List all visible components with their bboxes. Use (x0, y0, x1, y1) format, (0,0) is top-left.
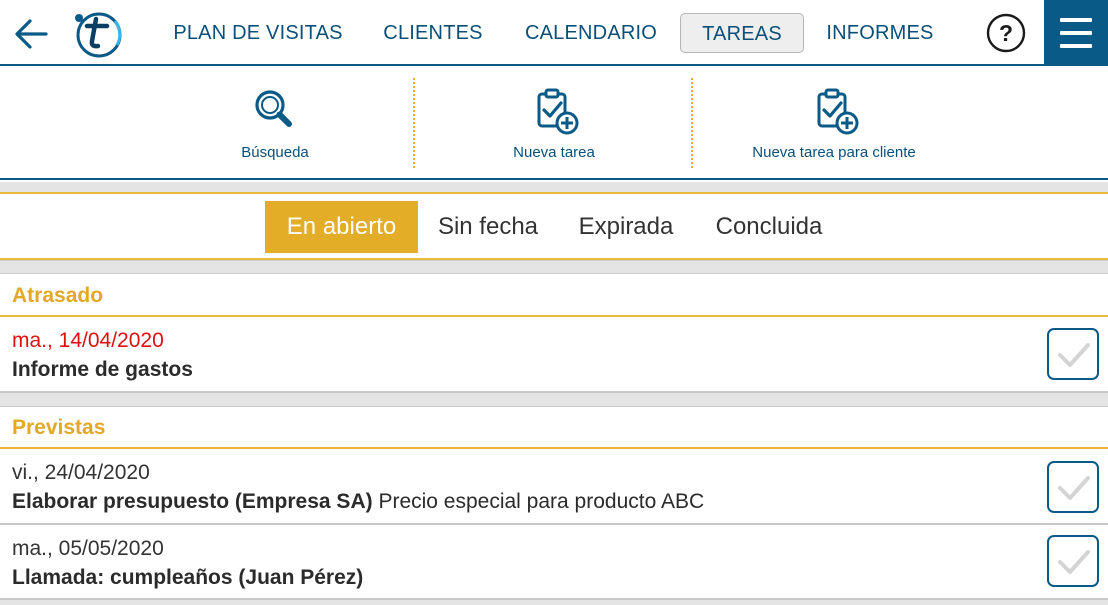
tab-concluida[interactable]: Concluida (702, 201, 836, 253)
task-title: Llamada: cumpleaños (Juan Pérez) (12, 566, 364, 589)
arrow-left-icon (15, 19, 48, 49)
tab-expirada[interactable]: Expirada (564, 201, 688, 253)
tab-sin-fecha[interactable]: Sin fecha (426, 201, 550, 253)
clipboard-add-icon (537, 88, 579, 135)
clipboard-add-icon (817, 88, 859, 135)
help-button[interactable]: ? (986, 13, 1026, 53)
checkmark-icon (1058, 550, 1090, 574)
task-title: Elaborar presupuesto (Empresa SA) Precio… (12, 490, 705, 513)
new-task-for-client-label: Nueva tarea para cliente (752, 144, 916, 161)
section-title: Atrasado (12, 284, 104, 307)
task-complete-checkbox[interactable] (1047, 328, 1099, 380)
section-header-atrasado: Atrasado (0, 275, 1108, 317)
section-header-previstas: Previstas (0, 407, 1108, 449)
task-date: vi., 24/04/2020 (12, 461, 150, 484)
spacer (0, 600, 1108, 605)
spacer (0, 182, 1108, 194)
top-navigation-bar: PLAN DE VISITAS CLIENTES CALENDARIO TARE… (0, 0, 1108, 66)
task-date: ma., 14/04/2020 (12, 329, 164, 352)
nav-tareas[interactable]: TAREAS (680, 13, 804, 53)
new-task-label: Nueva tarea (513, 144, 595, 161)
tab-en-abierto[interactable]: En abierto (265, 201, 418, 253)
search-action-button[interactable]: Búsqueda (195, 66, 355, 178)
action-toolbar: Búsqueda Nueva tarea Nueva tarea para cl… (0, 66, 1108, 180)
divider (691, 78, 693, 168)
nav-plan-de-visitas[interactable]: PLAN DE VISITAS (168, 13, 348, 53)
nav-informes[interactable]: INFORMES (820, 13, 940, 53)
hamburger-menu-button[interactable] (1044, 0, 1108, 66)
spacer (0, 260, 1108, 274)
task-complete-checkbox[interactable] (1047, 535, 1099, 587)
spacer (0, 393, 1108, 407)
nav-calendario[interactable]: CALENDARIO (518, 13, 664, 53)
checkmark-icon (1058, 476, 1090, 500)
task-row[interactable]: vi., 24/04/2020 Elaborar presupuesto (Em… (0, 449, 1108, 525)
checkmark-icon (1058, 343, 1090, 367)
task-date: ma., 05/05/2020 (12, 537, 164, 560)
task-row[interactable]: ma., 14/04/2020 Informe de gastos (0, 317, 1108, 393)
search-action-label: Búsqueda (241, 144, 309, 161)
nav-clientes[interactable]: CLIENTES (378, 13, 488, 53)
back-button[interactable] (12, 14, 52, 54)
divider (413, 78, 415, 168)
search-icon (255, 90, 292, 127)
new-task-button[interactable]: Nueva tarea (474, 66, 634, 178)
task-complete-checkbox[interactable] (1047, 461, 1099, 513)
help-icon: ? (986, 13, 1026, 53)
task-filter-tabs: En abierto Sin fecha Expirada Concluida (0, 194, 1108, 260)
new-task-for-client-button[interactable]: Nueva tarea para cliente (728, 66, 940, 178)
task-row[interactable]: ma., 05/05/2020 Llamada: cumpleaños (Jua… (0, 525, 1108, 600)
task-title: Informe de gastos (12, 358, 193, 381)
section-title: Previstas (12, 416, 106, 439)
svg-text:?: ? (999, 20, 1013, 46)
t-logo-icon[interactable] (72, 9, 124, 59)
